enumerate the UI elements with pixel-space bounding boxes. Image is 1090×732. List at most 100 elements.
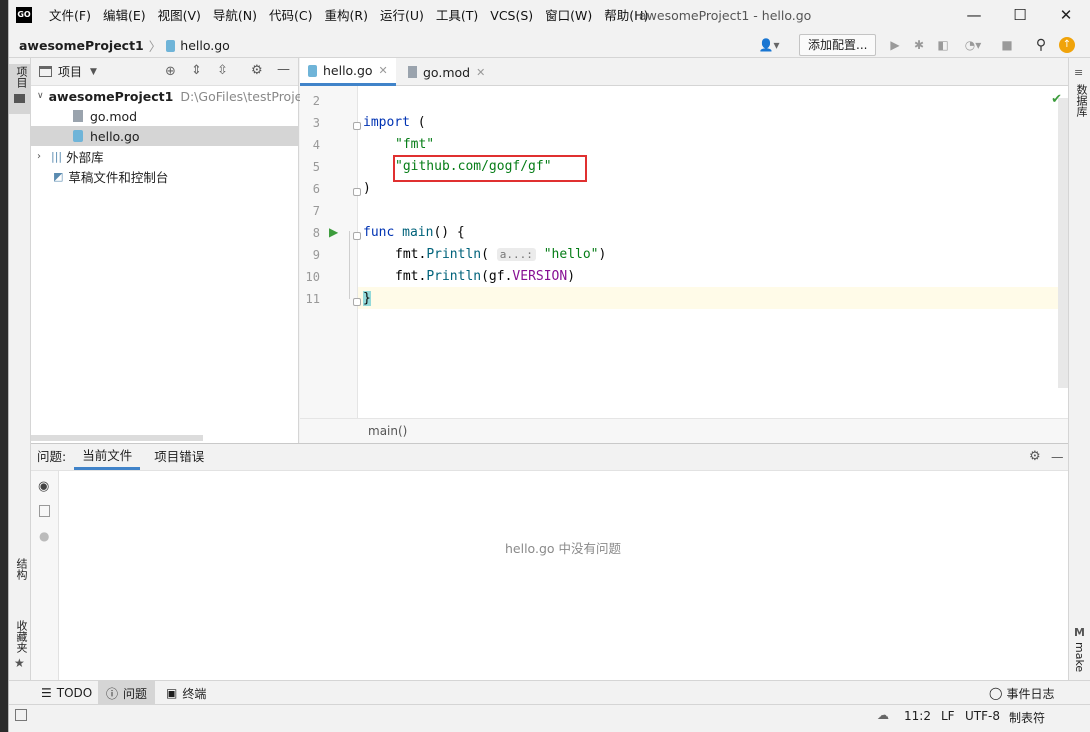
tab-project-errors[interactable]: 项目错误: [146, 444, 212, 470]
project-root-path: D:\GoFiles\testProje: [180, 88, 303, 104]
code-line-11[interactable]: }: [363, 291, 371, 306]
code-line-10[interactable]: fmt.Println(gf.VERSION): [395, 269, 575, 284]
stop-icon[interactable]: ■: [999, 37, 1015, 53]
menu-code[interactable]: 代码(C): [263, 0, 318, 32]
menu-window[interactable]: 窗口(W): [539, 0, 598, 32]
run-gutter-icon[interactable]: ▶: [329, 225, 338, 239]
vcs-user-icon[interactable]: 👤▾: [757, 37, 781, 53]
git-status-icon[interactable]: ☁: [877, 708, 889, 722]
hide-icon[interactable]: —: [1043, 444, 1072, 470]
add-configuration-button[interactable]: 添加配置...: [799, 34, 877, 56]
window-title: awesomeProject1 - hello.go: [639, 8, 812, 23]
menu-file[interactable]: 文件(F): [43, 0, 97, 32]
tool-label: 事件日志: [1006, 686, 1055, 701]
line-number: 2: [312, 94, 320, 108]
code-text: (gf.: [481, 269, 513, 284]
menu-view[interactable]: 视图(V): [152, 0, 207, 32]
breadcrumb-project[interactable]: awesomeProject1: [19, 38, 144, 53]
scratch-icon: ◩: [53, 169, 64, 183]
tab-go-mod[interactable]: go.mod ✕: [400, 58, 493, 86]
tree-item-external-libs[interactable]: › ||| 外部库: [31, 146, 298, 166]
locate-icon[interactable]: ⊕: [165, 64, 176, 79]
caret-position[interactable]: 11:2: [904, 709, 931, 723]
coverage-icon[interactable]: ◧: [935, 37, 951, 53]
search-icon[interactable]: ⚲: [1033, 37, 1049, 53]
tree-item-go-mod[interactable]: go.mod: [31, 106, 298, 126]
constant-name: VERSION: [512, 269, 568, 284]
gear-icon[interactable]: ⚙: [251, 63, 263, 78]
bulb-icon[interactable]: ●: [39, 529, 49, 543]
code-line-6[interactable]: ): [363, 181, 371, 196]
code-line-9[interactable]: fmt.Println( a...: "hello"): [395, 247, 606, 262]
line-separator[interactable]: LF: [941, 709, 955, 723]
menu-navigate[interactable]: 导航(N): [207, 0, 263, 32]
terminal-tool-button[interactable]: ▣ 终端: [158, 681, 214, 705]
maximize-button[interactable]: ☐: [997, 0, 1043, 32]
indent-setting[interactable]: 制表符: [1009, 709, 1045, 726]
minimize-button[interactable]: —: [951, 0, 997, 32]
file-encoding[interactable]: UTF-8: [965, 709, 1000, 723]
editor-breadcrumb-bar: main(): [300, 418, 1068, 443]
project-view-selector[interactable]: 项目: [58, 63, 82, 80]
chevron-down-icon[interactable]: ▼: [90, 67, 97, 77]
editor-area: hello.go ✕ go.mod ✕ 2 3 4 5 6 7 8 9 10 1…: [300, 58, 1068, 443]
fold-icon[interactable]: [353, 298, 361, 306]
collapse-all-icon[interactable]: ⇳: [217, 63, 228, 78]
code-line-4[interactable]: "fmt": [395, 137, 434, 152]
menu-bar: 文件(F) 编辑(E) 视图(V) 导航(N) 代码(C) 重构(R) 运行(U…: [43, 0, 654, 32]
project-tool-tab[interactable]: 项目: [13, 66, 29, 88]
project-view-icon: [39, 66, 52, 77]
function-name: Println: [426, 269, 482, 284]
function-name: Println: [426, 247, 482, 262]
parameter-hint: a...:: [496, 248, 536, 261]
problems-title: 问题:: [37, 449, 67, 464]
structure-tool-tab[interactable]: 结构: [13, 558, 29, 580]
event-log-button[interactable]: ◯ 事件日志: [981, 681, 1062, 705]
line-number: 11: [305, 292, 320, 306]
menu-tools[interactable]: 工具(T): [430, 0, 484, 32]
close-tab-icon[interactable]: ✕: [379, 64, 388, 77]
line-number: 3: [312, 116, 320, 130]
tool-label: TODO: [56, 686, 93, 700]
todo-tool-button[interactable]: ☰ TODO: [33, 681, 100, 705]
preview-icon[interactable]: [39, 505, 50, 517]
menu-refactor[interactable]: 重构(R): [319, 0, 374, 32]
profile-icon[interactable]: ◔▾: [961, 37, 985, 53]
tree-root[interactable]: ∨ awesomeProject1 D:\GoFiles\testProje: [31, 86, 302, 106]
matched-brace: }: [363, 291, 371, 306]
tree-item-hello-go[interactable]: hello.go: [31, 126, 298, 146]
menu-edit[interactable]: 编辑(E): [97, 0, 152, 32]
tab-current-file[interactable]: 当前文件: [74, 444, 141, 470]
update-icon[interactable]: ↑: [1059, 37, 1075, 53]
run-icon[interactable]: ▶: [887, 37, 903, 53]
fold-icon[interactable]: [353, 122, 361, 130]
editor-breadcrumb[interactable]: main(): [368, 424, 407, 438]
problems-tool-button[interactable]: ⓘ 问题: [98, 681, 156, 705]
code-line-8[interactable]: func main() {: [363, 225, 465, 240]
menu-run[interactable]: 运行(U): [374, 0, 430, 32]
tab-hello-go[interactable]: hello.go ✕: [300, 58, 396, 86]
go-file-icon: [166, 39, 176, 52]
tab-label: go.mod: [423, 64, 471, 80]
eye-icon[interactable]: ◉: [38, 479, 49, 494]
terminal-icon: ▣: [166, 686, 178, 700]
close-tab-icon[interactable]: ✕: [476, 66, 485, 79]
menu-vcs[interactable]: VCS(S): [484, 0, 539, 32]
hide-icon[interactable]: —: [277, 62, 290, 77]
horizontal-scrollbar[interactable]: [31, 435, 203, 441]
tree-item-scratches[interactable]: ◩ 草稿文件和控制台: [31, 166, 298, 186]
vertical-scrollbar[interactable]: [1058, 98, 1068, 388]
string-literal: "fmt": [395, 137, 435, 152]
expand-all-icon[interactable]: ⇕: [191, 63, 202, 78]
make-tool-tab[interactable]: make: [1073, 642, 1086, 672]
fold-icon[interactable]: [353, 232, 361, 240]
favorites-tool-tab[interactable]: 收藏夹: [13, 620, 29, 653]
close-button[interactable]: ✕: [1043, 0, 1089, 32]
database-tool-tab[interactable]: 数据库: [1073, 84, 1089, 117]
library-icon: |||: [51, 149, 63, 163]
breadcrumb-file[interactable]: hello.go: [180, 38, 230, 53]
code-line-3[interactable]: import (: [363, 115, 426, 130]
fold-icon[interactable]: [353, 188, 361, 196]
toggle-tool-windows-icon[interactable]: [15, 709, 27, 721]
debug-icon[interactable]: ✱: [911, 37, 927, 53]
